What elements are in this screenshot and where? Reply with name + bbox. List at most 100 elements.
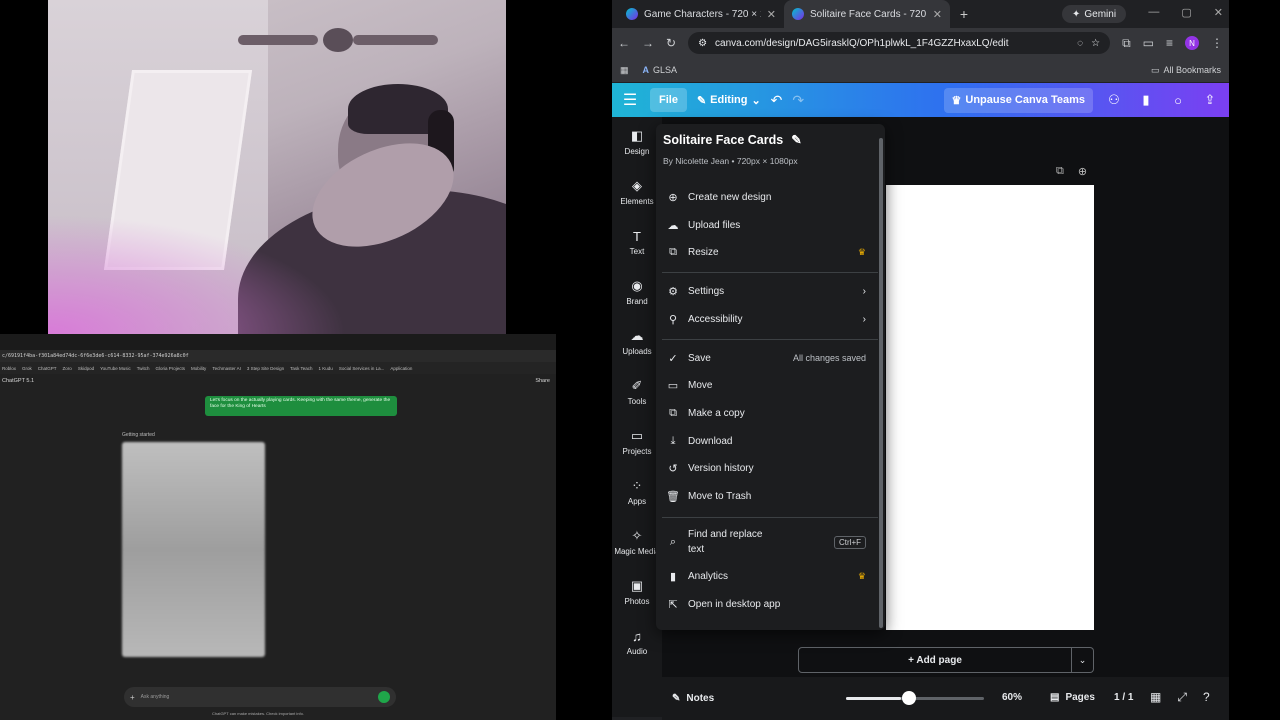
chat-bookmark[interactable]: ChatGPT	[38, 366, 57, 371]
share-button[interactable]: Share	[535, 378, 550, 384]
menu-upload-files[interactable]: ☁ Upload files	[666, 215, 866, 235]
design-title[interactable]: Solitaire Face Cards ✎	[663, 132, 802, 148]
sidebar-item-apps[interactable]: ⁘ Apps	[612, 467, 662, 517]
sidebar-item-projects[interactable]: ▭ Projects	[612, 417, 662, 467]
menu-settings[interactable]: ⚙ Settings ›	[666, 281, 866, 301]
sidebar-item-magic-media[interactable]: ✧ Magic Media	[612, 517, 662, 567]
maximize-icon[interactable]: ▢	[1181, 6, 1191, 19]
help-icon[interactable]: ?	[1203, 690, 1210, 705]
chat-bookmark[interactable]: Zoro	[63, 366, 72, 371]
chat-bookmark[interactable]: Grok	[22, 366, 32, 371]
cast-icon[interactable]: ▭	[1143, 36, 1154, 50]
sidebar-item-elements[interactable]: ◈ Elements	[612, 167, 662, 217]
chat-bookmark[interactable]: Application	[390, 366, 412, 371]
editing-mode-button[interactable]: ✎ Editing ⌄	[697, 94, 761, 107]
media-icon[interactable]: ≡	[1166, 36, 1173, 50]
undo-icon[interactable]: ↶	[771, 92, 783, 109]
share-icon[interactable]: ⇪	[1199, 92, 1221, 108]
eye-off-icon[interactable]: ◌	[1077, 38, 1083, 49]
minimize-icon[interactable]: —	[1148, 6, 1159, 19]
add-page-button[interactable]: + Add page	[798, 647, 1072, 673]
menu-label: Download	[688, 435, 733, 447]
chat-bookmark[interactable]: Mobility	[191, 366, 206, 371]
extensions-icon[interactable]: ⧉	[1122, 36, 1131, 51]
chat-input[interactable]: + Ask anything	[124, 687, 396, 707]
sidebar-item-audio[interactable]: ♫ Audio	[612, 617, 662, 667]
menu-save[interactable]: ✓ Save All changes saved	[666, 348, 866, 368]
chat-address-bar[interactable]: c/69191f4ba-f301a84ed74dc-6f6e3de6-c614-…	[0, 350, 556, 362]
new-tab-button[interactable]: +	[950, 0, 978, 28]
bookmark-glsa[interactable]: A GLSA	[643, 65, 678, 75]
generated-image-placeholder[interactable]	[122, 442, 265, 657]
close-icon[interactable]: ✕	[767, 8, 776, 21]
star-icon[interactable]: ☆	[1091, 38, 1100, 49]
menu-accessibility[interactable]: ⚲ Accessibility ›	[666, 309, 866, 329]
people-icon[interactable]: ⚇	[1103, 92, 1125, 108]
hamburger-menu-icon[interactable]: ☰	[620, 90, 640, 110]
chat-bookmark[interactable]: 3 Step Site Design	[247, 366, 284, 371]
reload-icon[interactable]: ↻	[666, 36, 676, 50]
kebab-menu-icon[interactable]: ⋮	[1211, 36, 1223, 50]
tab-game-characters[interactable]: Game Characters - 720 × 1080px ✕	[618, 0, 784, 28]
address-bar[interactable]: ⚙ canva.com/design/DAG5irasklQ/OPh1plwkL…	[688, 32, 1111, 54]
voice-send-button[interactable]	[378, 691, 390, 703]
model-selector[interactable]: ChatGPT 5.1	[2, 378, 34, 384]
close-window-icon[interactable]: ✕	[1214, 6, 1223, 19]
forward-icon[interactable]: →	[642, 36, 654, 50]
zoom-slider-thumb[interactable]	[902, 691, 916, 705]
sidebar-item-tools[interactable]: ✐ Tools	[612, 367, 662, 417]
chat-bookmark[interactable]: Task Teach	[290, 366, 312, 371]
menu-move[interactable]: ▭ Move	[666, 375, 866, 395]
chat-bookmark[interactable]: 1 Kudu	[319, 366, 333, 371]
menu-open-desktop-app[interactable]: ⇱ Open in desktop app	[666, 594, 866, 614]
all-bookmarks-button[interactable]: ▭ All Bookmarks	[1151, 65, 1221, 76]
sidebar-item-brand[interactable]: ◉ Brand	[612, 267, 662, 317]
menu-make-a-copy[interactable]: ⧉ Make a copy	[666, 403, 866, 423]
apps-icon: ⁘	[631, 478, 643, 493]
menu-download[interactable]: ⤓ Download	[666, 431, 866, 451]
add-page-icon[interactable]: ⊕	[1078, 165, 1087, 178]
menu-create-new-design[interactable]: ⊕ Create new design	[666, 187, 866, 207]
pencil-icon[interactable]: ✎	[791, 132, 801, 147]
chat-bookmark[interactable]: Twitch	[137, 366, 150, 371]
site-info-icon[interactable]: ⚙	[698, 38, 707, 49]
zoom-level[interactable]: 60%	[1002, 692, 1022, 703]
pages-button[interactable]: ▤ Pages	[1050, 692, 1095, 703]
chat-bookmark[interactable]: Skidpod	[78, 366, 94, 371]
sidebar-item-text[interactable]: T Text	[612, 217, 662, 267]
unpause-teams-button[interactable]: ♛ Unpause Canva Teams	[943, 87, 1093, 113]
close-icon[interactable]: ✕	[933, 8, 942, 21]
chat-bookmark[interactable]: YouTube Music	[100, 366, 131, 371]
duplicate-page-icon[interactable]: ⧉	[1056, 165, 1064, 178]
insights-icon[interactable]: ▮	[1135, 92, 1157, 108]
sidebar-item-uploads[interactable]: ☁ Uploads	[612, 317, 662, 367]
chat-bookmark[interactable]: Techmaster AI	[212, 366, 241, 371]
menu-move-to-trash[interactable]: 🗑︎ Move to Trash	[666, 486, 866, 506]
menu-analytics[interactable]: ▮ Analytics ♛	[666, 566, 866, 586]
comment-icon[interactable]: ○	[1167, 93, 1189, 108]
sidebar-item-design[interactable]: ◧ Design	[612, 117, 662, 167]
tab-solitaire-face-cards[interactable]: Solitaire Face Cards - 720 × 1080px ✕	[784, 0, 950, 28]
chat-bookmark[interactable]: Social Services in La...	[339, 366, 385, 371]
plus-icon[interactable]: +	[130, 693, 135, 702]
redo-icon[interactable]: ↷	[792, 92, 804, 109]
sidebar-item-photos[interactable]: ▣ Photos	[612, 567, 662, 617]
chat-bookmark[interactable]: Roblox	[2, 366, 16, 371]
trash-icon: 🗑︎	[666, 490, 680, 503]
gemini-button[interactable]: ✦ Gemini	[1062, 5, 1127, 23]
file-menu-button[interactable]: File	[650, 88, 687, 112]
notes-button[interactable]: ✎ Notes	[672, 693, 714, 704]
profile-avatar[interactable]: N	[1185, 36, 1199, 50]
menu-resize[interactable]: ⧉ Resize ♛	[666, 242, 866, 262]
chevron-down-icon[interactable]: ⌄	[1072, 647, 1094, 673]
back-icon[interactable]: ←	[618, 36, 630, 50]
menu-find-replace[interactable]: ⌕ Find and replace text Ctrl+F	[666, 526, 866, 558]
chat-bookmark[interactable]: Gloria Projects	[156, 366, 186, 371]
apps-grid-icon[interactable]: ▦	[620, 65, 629, 76]
grid-view-icon[interactable]: ▦	[1150, 690, 1161, 705]
fullscreen-icon[interactable]: ⤢	[1177, 690, 1187, 705]
design-page[interactable]	[886, 185, 1094, 630]
menu-version-history[interactable]: ↺ Version history	[666, 458, 866, 478]
menu-scrollbar[interactable]	[879, 138, 883, 628]
crown-icon: ♛	[857, 570, 866, 581]
